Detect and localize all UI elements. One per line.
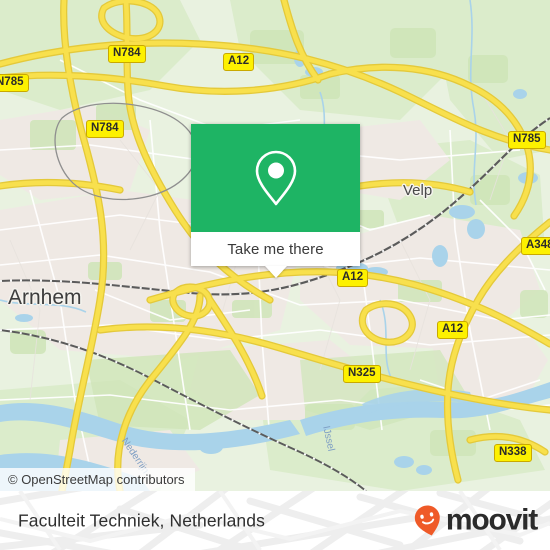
- road-shield-a12-north[interactable]: A12: [223, 53, 255, 71]
- road-shield-n784-mid[interactable]: N784: [86, 120, 124, 138]
- road-shield-n338[interactable]: N338: [494, 444, 532, 462]
- moovit-logo[interactable]: moovit: [412, 503, 538, 537]
- map-label-arnhem: Arnhem: [8, 286, 82, 309]
- road-shield-n785-west[interactable]: N785: [0, 74, 29, 92]
- map-canvas[interactable]: N784 A12 N785 N784 N785 A348 A12 A12 N32…: [0, 0, 550, 491]
- road-shield-n325[interactable]: N325: [343, 365, 381, 383]
- popup-pointer-tail: [264, 266, 287, 278]
- take-me-there-label: Take me there: [227, 240, 324, 258]
- road-shield-a12-mid[interactable]: A12: [337, 269, 369, 287]
- map-attribution[interactable]: © OpenStreetMap contributors: [0, 468, 195, 491]
- road-shield-n785-east[interactable]: N785: [508, 131, 546, 149]
- attribution-text: © OpenStreetMap contributors: [8, 472, 185, 487]
- place-name-label: Faculteit Techniek, Netherlands: [18, 510, 265, 530]
- bottom-info-bar: Faculteit Techniek, Netherlands moovit: [0, 491, 550, 550]
- road-shield-a348[interactable]: A348: [521, 237, 550, 255]
- map-pin-icon: [255, 150, 296, 206]
- popup-image-placeholder: [191, 124, 360, 232]
- moovit-smiley-pin-icon: [414, 505, 440, 535]
- moovit-map-screen: N784 A12 N785 N784 N785 A348 A12 A12 N32…: [0, 0, 550, 550]
- moovit-wordmark: moovit: [445, 503, 538, 537]
- road-shield-n784-north[interactable]: N784: [108, 45, 146, 63]
- location-popup-card[interactable]: Take me there: [191, 124, 360, 278]
- popup-action-bar[interactable]: Take me there: [191, 232, 360, 278]
- road-shield-a12-east[interactable]: A12: [437, 321, 469, 339]
- map-label-velp: Velp: [403, 182, 433, 199]
